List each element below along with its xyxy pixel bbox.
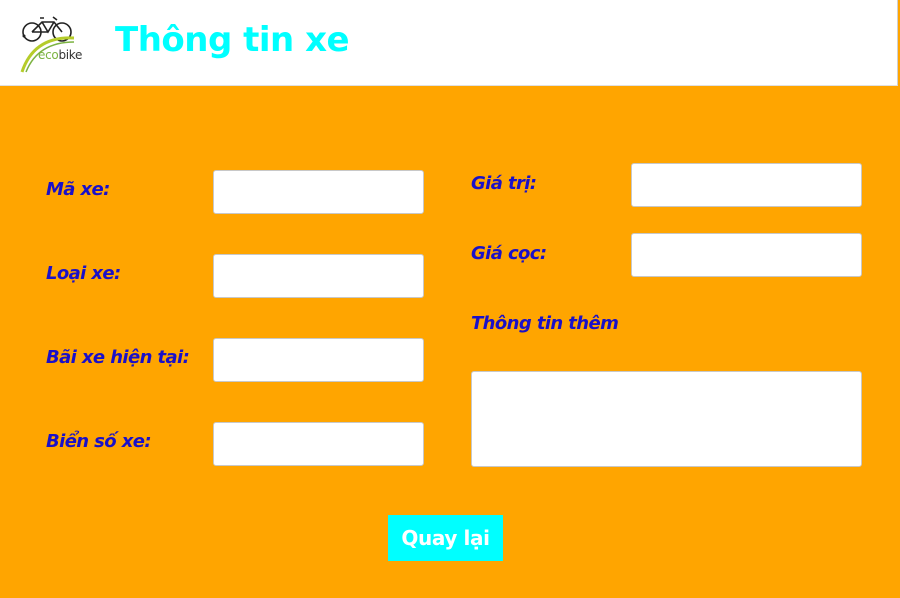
bike-id-field[interactable]: [213, 170, 424, 214]
logo-text: ecobike: [38, 48, 82, 62]
current-station-field[interactable]: [213, 338, 424, 382]
ecobike-logo: ecobike: [20, 12, 86, 76]
logo-text-eco: eco: [38, 48, 59, 62]
bike-id-label: Mã xe:: [46, 179, 110, 200]
license-plate-label: Biển số xe:: [46, 431, 152, 452]
logo-text-bike: bike: [58, 48, 83, 62]
value-label: Giá trị:: [471, 173, 537, 194]
value-field[interactable]: [631, 163, 862, 207]
deposit-field[interactable]: [631, 233, 862, 277]
bike-info-form: Mã xe: Loại xe: Bãi xe hiện tại: Biển số…: [0, 86, 900, 598]
header-bar: ecobike Thông tin xe: [0, 0, 898, 86]
bike-logo-icon: [20, 16, 75, 73]
deposit-label: Giá cọc:: [471, 243, 547, 264]
license-plate-field[interactable]: [213, 422, 424, 466]
back-button[interactable]: Quay lại: [388, 515, 503, 561]
extra-info-textarea[interactable]: [471, 371, 862, 467]
bike-type-field[interactable]: [213, 254, 424, 298]
bike-type-label: Loại xe:: [46, 263, 121, 284]
extra-info-label: Thông tin thêm: [471, 313, 619, 334]
page-title: Thông tin xe: [115, 20, 350, 60]
current-station-label: Bãi xe hiện tại:: [46, 347, 190, 368]
